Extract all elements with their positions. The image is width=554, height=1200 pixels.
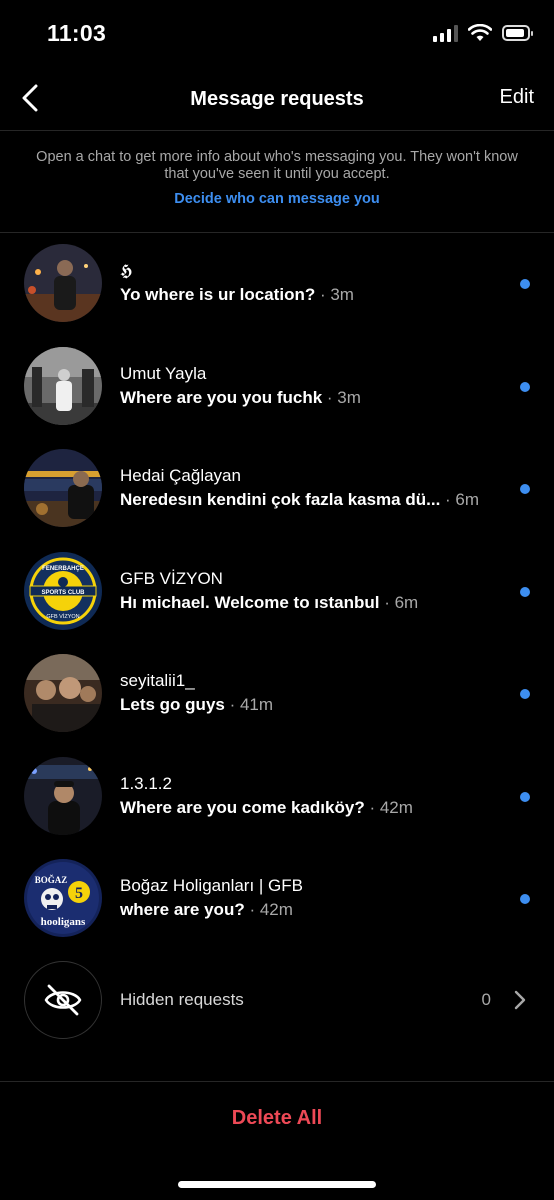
hidden-requests-row[interactable]: Hidden requests 0 — [0, 950, 554, 1050]
hidden-requests-label: Hidden requests — [120, 990, 244, 1009]
message-time: · 6m — [384, 592, 419, 612]
decide-who-can-message-link[interactable]: Decide who can message you — [174, 191, 380, 207]
avatar — [24, 244, 102, 322]
request-text: 1.3.1.2 Where are you come kadıköy? · 42… — [120, 773, 494, 819]
request-row[interactable]: Hedai Çağlayan Neredesın kendini çok faz… — [0, 438, 554, 541]
avatar — [24, 449, 102, 527]
unread-indicator — [520, 279, 530, 289]
avatar: BOĞAZ 5 hooligans — [24, 859, 102, 937]
request-row[interactable]: 𝕳 Yo where is ur location? · 3m — [0, 233, 554, 336]
avatar: FENERBAHÇE SPORTS CLUB GFB VİZYON — [24, 551, 102, 630]
unread-indicator — [520, 586, 530, 597]
request-text: 𝕳 Yo where is ur location? · 3m — [120, 260, 494, 306]
request-row[interactable]: 1.3.1.2 Where are you come kadıköy? · 42… — [0, 746, 554, 849]
request-row[interactable]: BOĞAZ 5 hooligans Boğaz Holiganları | GF… — [0, 848, 554, 951]
request-row[interactable]: seyitalii1_ Lets go guys · 41m — [0, 643, 554, 746]
status-icons — [433, 24, 533, 42]
message-text: Yo where is ur location? — [120, 285, 316, 304]
home-indicator[interactable] — [178, 1181, 376, 1188]
message-time: · 6m — [445, 490, 480, 509]
request-list: 𝕳 Yo where is ur location? · 3m Umut Yay… — [0, 233, 554, 951]
sender-name: 1.3.1.2 — [120, 773, 172, 793]
unread-indicator — [520, 689, 530, 699]
message-time: · 42m — [249, 900, 293, 919]
message-text: Neredesın kendini çok fazla kasma dü... — [120, 490, 441, 509]
sender-name: GFB VİZYON — [120, 568, 223, 588]
badge-bottom-text: GFB VİZYON — [46, 613, 79, 620]
avatar — [24, 654, 102, 732]
message-text: Lets go guys — [120, 695, 225, 714]
badge-middle-text: SPORTS CLUB — [41, 590, 85, 596]
message-preview: Yo where is ur location? · 3m — [120, 284, 494, 306]
unread-indicator — [520, 484, 530, 494]
hidden-requests-count: 0 — [481, 990, 491, 1009]
unread-indicator — [520, 791, 530, 802]
request-row[interactable]: FENERBAHÇE SPORTS CLUB GFB VİZYON GFB Vİ… — [0, 541, 554, 644]
message-preview: Lets go guys · 41m — [120, 694, 494, 716]
avatar — [24, 756, 102, 835]
info-text: Open a chat to get more info about who's… — [36, 149, 518, 182]
wifi-icon — [468, 24, 492, 41]
cellular-signal-icon — [433, 24, 458, 42]
request-text: GFB VİZYON Hı michael. Welcome to ıstanb… — [120, 568, 494, 614]
request-text: Boğaz Holiganları | GFB where are you? ·… — [120, 875, 494, 921]
logo-top-text: BOĞAZ — [35, 875, 68, 885]
hidden-requests-avatar — [24, 961, 102, 1039]
message-time: · 41m — [229, 695, 274, 714]
sender-name: 𝕳 — [120, 261, 133, 280]
avatar — [24, 346, 102, 425]
message-preview: Neredesın kendini çok fazla kasma dü... … — [120, 489, 494, 511]
sender-name: Umut Yayla — [120, 363, 207, 383]
message-text: Where are you you fuchk — [120, 387, 323, 407]
request-row[interactable]: Umut Yayla Where are you you fuchk · 3m — [0, 336, 554, 439]
chevron-right-icon — [514, 990, 526, 1010]
sender-name: seyitalii1_ — [120, 671, 195, 690]
message-preview: Hı michael. Welcome to ıstanbul · 6m — [120, 592, 494, 614]
badge-top-text: FENERBAHÇE — [42, 566, 84, 572]
delete-all-button[interactable]: Delete All — [0, 1107, 554, 1130]
request-text: seyitalii1_ Lets go guys · 41m — [120, 670, 494, 716]
message-text: Hı michael. Welcome to ıstanbul — [120, 592, 380, 612]
status-bar: 11:03 — [0, 0, 554, 70]
request-text: Umut Yayla Where are you you fuchk · 3m — [120, 363, 494, 409]
sender-name: Hedai Çağlayan — [120, 466, 241, 485]
logo-bottom-text: hooligans — [41, 916, 86, 928]
message-preview: Where are you you fuchk · 3m — [120, 387, 494, 409]
info-banner: Open a chat to get more info about who's… — [0, 131, 554, 233]
request-text: Hedai Çağlayan Neredesın kendini çok faz… — [120, 465, 494, 511]
status-time: 11:03 — [47, 20, 107, 46]
unread-indicator — [520, 894, 530, 904]
message-preview: where are you? · 42m — [120, 899, 494, 921]
edit-button[interactable]: Edit — [500, 86, 534, 109]
battery-icon — [502, 25, 533, 41]
svg-text:5: 5 — [75, 885, 83, 902]
message-text: Where are you come kadıköy? — [120, 797, 365, 817]
footer: Delete All — [0, 1081, 554, 1200]
message-preview: Where are you come kadıköy? · 42m — [120, 797, 494, 819]
eye-slash-icon — [44, 984, 82, 1016]
page-title: Message requests — [190, 88, 364, 110]
message-requests-screen: 11:03 Message requests Edit Open a chat … — [0, 0, 554, 1200]
message-text: where are you? — [120, 900, 245, 919]
message-time: · 3m — [319, 285, 354, 304]
unread-indicator — [520, 381, 530, 392]
message-time: · 3m — [326, 387, 361, 407]
sender-name: Boğaz Holiganları | GFB — [120, 876, 303, 895]
nav-header: Message requests Edit — [0, 70, 554, 131]
message-time: · 42m — [369, 797, 413, 817]
